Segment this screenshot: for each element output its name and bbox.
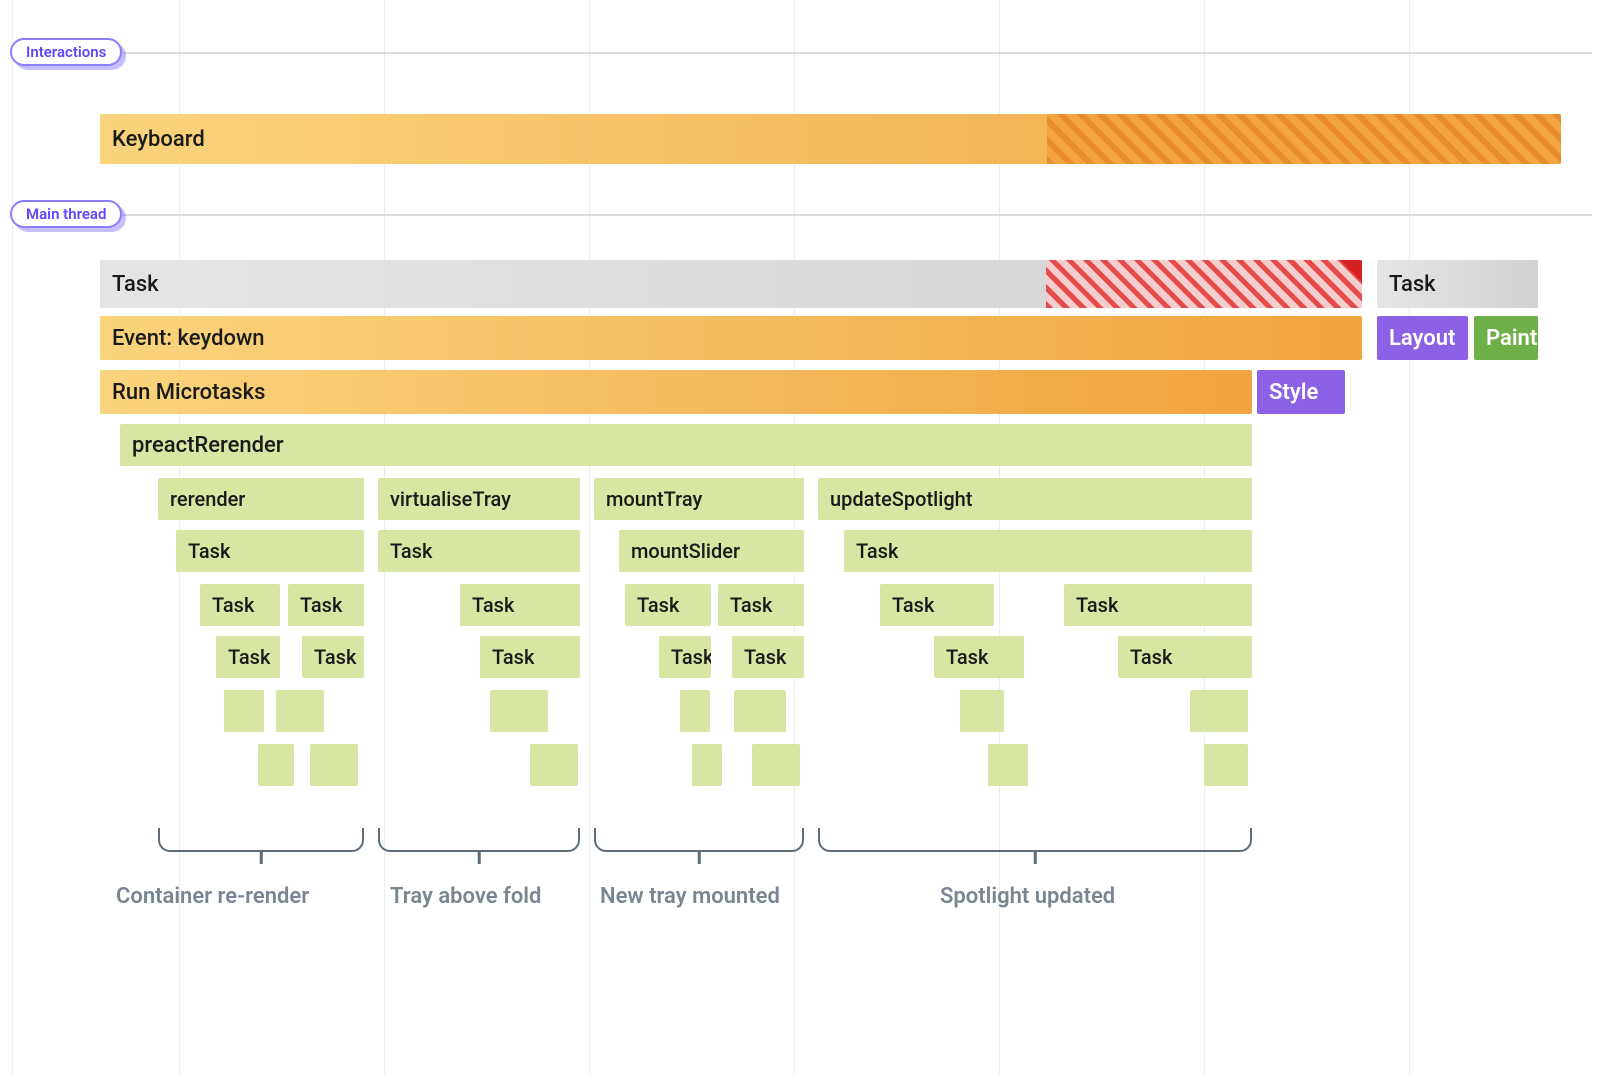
virtualise-tray-bar: virtualiseTray [378,478,580,520]
update-spotlight-bar: updateSpotlight [818,478,1252,520]
layout-label: Layout [1389,326,1455,351]
task-bar: Task [216,636,280,678]
task-bar: Task [460,584,580,626]
task-label-r5a: Task [188,539,230,563]
run-microtasks-label: Run Microtasks [112,380,265,405]
caption-container-rerender: Container re-render [116,884,309,909]
main-thread-track-header: Main thread [10,200,122,228]
paint-label: Paint [1486,326,1537,351]
task-bar: Task [378,530,580,572]
task-label-r5c: Task [856,539,898,563]
task-bar: Task [480,636,580,678]
task-bar [1204,744,1248,786]
preact-rerender-label: preactRerender [132,433,284,458]
task-bar-secondary: Task [1377,260,1538,308]
caption-tray-above-fold: Tray above fold [390,884,541,909]
rerender-label: rerender [170,487,245,511]
rerender-bar: rerender [158,478,364,520]
task-label-r7c: Task [492,645,534,669]
task-bar: Task [844,530,1252,572]
task-bar [530,744,578,786]
task-label: Task [112,272,159,297]
caption-spotlight-updated: Spotlight updated [940,884,1115,909]
task-label-r6g: Task [1076,593,1118,617]
task-label-r7a: Task [228,645,270,669]
task-label-r6a: Task [212,593,254,617]
event-keydown-label: Event: keydown [112,326,265,351]
virtualise-tray-label: virtualiseTray [390,487,511,511]
mount-slider-label: mountSlider [631,539,740,563]
layout-bar: Layout [1377,316,1468,360]
task-label-r6f: Task [892,593,934,617]
task-bar: Task [718,584,804,626]
task-bar [258,744,294,786]
bracket-tray-above-fold [378,828,580,852]
task-label-r7f: Task [946,645,988,669]
task-label-r6c: Task [472,593,514,617]
task-warning-corner-icon [1340,260,1362,282]
task-bar [310,744,358,786]
paint-bar: Paint [1474,316,1538,360]
task-label-r6e: Task [730,593,772,617]
task-bar: Task [1064,584,1252,626]
mount-tray-label: mountTray [606,487,702,511]
task-bar: Task [880,584,994,626]
task-bar: Task [176,530,364,572]
style-label: Style [1269,380,1318,405]
mount-slider-bar: mountSlider [619,530,804,572]
task-bar [680,690,710,732]
main-thread-track-divider [10,214,1592,216]
task-bar: Task [200,584,280,626]
keyboard-interaction-bar: Keyboard [100,114,1561,164]
update-spotlight-label: updateSpotlight [830,487,972,511]
task-label-r6d: Task [637,593,679,617]
task-bar: Task [659,636,711,678]
task-label-r6b: Task [300,593,342,617]
task-label-r5b: Task [390,539,432,563]
interactions-track-divider [10,52,1592,54]
task-bar: Task [288,584,364,626]
task-bar [490,690,548,732]
task-label-2: Task [1389,272,1436,297]
task-hatch-warning-icon [1046,260,1362,308]
task-bar [752,744,800,786]
task-bar [276,690,324,732]
task-bar [734,690,786,732]
task-bar: Task [625,584,711,626]
mount-tray-bar: mountTray [594,478,804,520]
task-bar-main: Task [100,260,1362,308]
run-microtasks-bar: Run Microtasks [100,370,1252,414]
task-bar: Task [934,636,1024,678]
event-keydown-bar: Event: keydown [100,316,1362,360]
task-bar [224,690,264,732]
task-bar: Task [732,636,804,678]
caption-new-tray-mounted: New tray mounted [600,884,780,909]
task-bar [988,744,1028,786]
task-bar [692,744,722,786]
bracket-new-tray-mounted [594,828,804,852]
task-label-r7d: Task [671,645,711,669]
keyboard-hatch-icon [1047,114,1561,164]
bracket-container-rerender [158,828,364,852]
preact-rerender-bar: preactRerender [120,424,1252,466]
task-bar [960,690,1004,732]
interactions-track-header: Interactions [10,38,122,66]
keyboard-interaction-label: Keyboard [112,127,205,152]
task-label-r7b: Task [314,645,356,669]
task-label-r7e: Task [744,645,786,669]
task-bar: Task [1118,636,1252,678]
bracket-spotlight-updated [818,828,1252,852]
task-bar: Task [302,636,364,678]
task-label-r7g: Task [1130,645,1172,669]
style-bar: Style [1257,370,1345,414]
task-bar [1190,690,1248,732]
